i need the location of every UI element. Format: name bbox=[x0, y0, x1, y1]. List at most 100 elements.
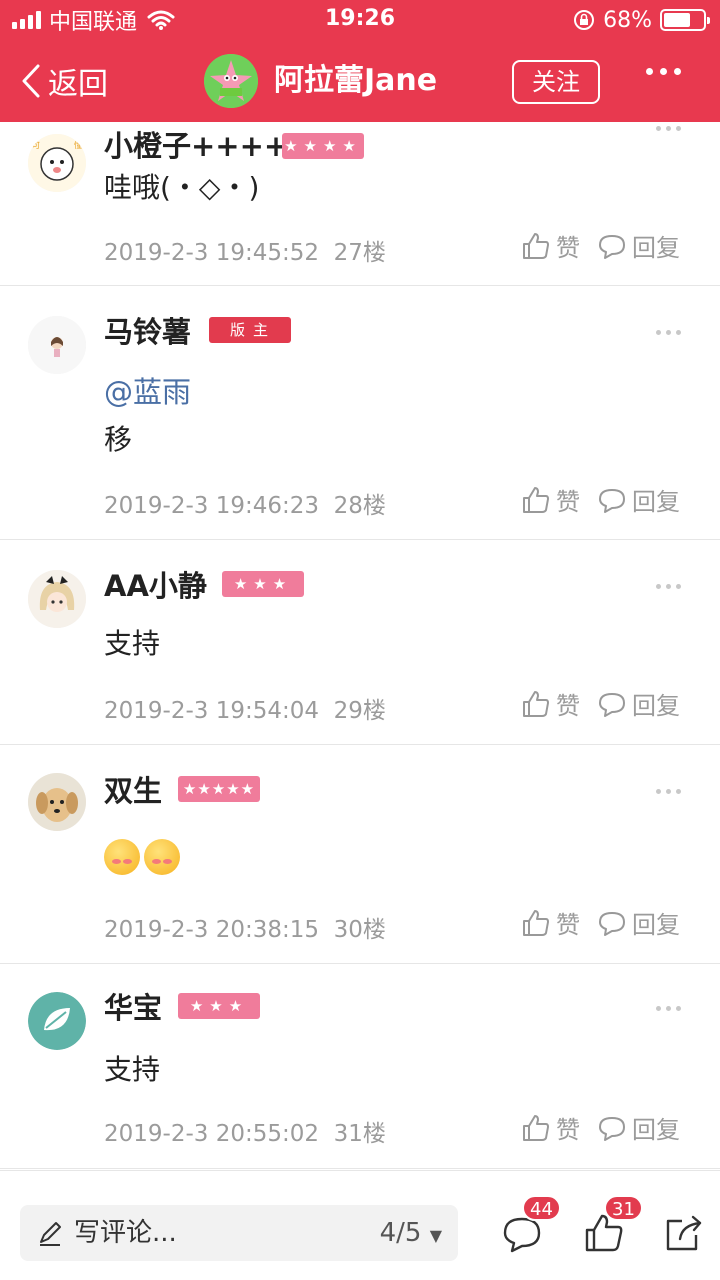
level-badge: ★★★ bbox=[222, 571, 304, 597]
user-name[interactable]: 马铃薯 bbox=[104, 312, 191, 352]
status-bar: 中国联通 19:26 68% bbox=[0, 0, 720, 40]
comment-more-icon[interactable] bbox=[656, 584, 681, 589]
thumbs-up-icon bbox=[523, 1114, 549, 1141]
comment-feed[interactable]: 可 懂 小橙子++++ ★★★★ 哇哦(・◇・) 2019-2-3 19:45:… bbox=[0, 122, 720, 1170]
page-selector[interactable]: 4/5 ▼ bbox=[380, 1205, 442, 1264]
comment-time: 2019-2-3 19:46:23 bbox=[104, 493, 320, 519]
comment-item: 可 懂 小橙子++++ ★★★★ 哇哦(・◇・) 2019-2-3 19:45:… bbox=[0, 122, 720, 286]
share-icon bbox=[666, 1215, 702, 1251]
speech-bubble-icon bbox=[599, 488, 625, 513]
comments-button[interactable]: 44 bbox=[500, 1195, 561, 1255]
back-button[interactable]: 返回 bbox=[20, 60, 108, 102]
floor-number: 30楼 bbox=[333, 917, 386, 943]
reply-button[interactable]: 回复 bbox=[596, 905, 680, 940]
more-options-icon[interactable] bbox=[646, 68, 681, 75]
comment-time: 2019-2-3 20:55:02 bbox=[104, 1121, 320, 1147]
thumbs-up-icon bbox=[523, 909, 549, 936]
comment-text: 哇哦(・◇・) bbox=[104, 171, 260, 204]
floor-number: 28楼 bbox=[333, 493, 386, 519]
svg-text:可: 可 bbox=[32, 141, 40, 150]
user-name[interactable]: 华宝 bbox=[104, 988, 162, 1028]
like-label: 赞 bbox=[556, 692, 580, 720]
reply-label: 回复 bbox=[632, 692, 680, 720]
comment-time: 2019-2-3 19:45:52 bbox=[104, 240, 320, 266]
comment-item: 双生 ★★★★★ 2019-2-3 20:38:15 30楼 赞 回复 bbox=[0, 745, 720, 964]
rotation-lock-icon bbox=[574, 10, 595, 30]
share-button[interactable] bbox=[662, 1211, 706, 1255]
like-label: 赞 bbox=[556, 234, 580, 262]
emoji-row bbox=[104, 839, 184, 875]
floor-number: 31楼 bbox=[333, 1121, 386, 1147]
anime-girl-avatar-icon bbox=[28, 570, 86, 628]
speech-bubble-icon bbox=[599, 692, 625, 717]
user-avatar[interactable] bbox=[28, 992, 86, 1050]
reply-button[interactable]: 回复 bbox=[596, 1110, 680, 1145]
user-name[interactable]: AA小静 bbox=[104, 566, 207, 606]
author-avatar[interactable] bbox=[204, 54, 258, 108]
comment-more-icon[interactable] bbox=[656, 789, 681, 794]
page-title: 阿拉蕾Jane bbox=[274, 63, 438, 98]
page-indicator: 4/5 bbox=[379, 1218, 422, 1248]
level-badge: ★★★★ bbox=[282, 133, 364, 159]
comment-text: 支持 bbox=[104, 1053, 161, 1086]
like-button[interactable]: 赞 bbox=[520, 1110, 580, 1145]
like-count-badge: 31 bbox=[604, 1195, 643, 1221]
reply-label: 回复 bbox=[632, 911, 680, 939]
like-button[interactable]: 赞 bbox=[520, 905, 580, 940]
like-label: 赞 bbox=[556, 488, 580, 516]
comment-text: 支持 bbox=[104, 627, 161, 660]
comment-text: 移 bbox=[104, 423, 133, 456]
comment-count-badge: 44 bbox=[522, 1195, 561, 1221]
comment-item: 马铃薯 版主 @蓝雨 移 2019-2-3 19:46:23 28楼 赞 回复 bbox=[0, 286, 720, 540]
reply-button[interactable]: 回复 bbox=[596, 686, 680, 721]
user-name[interactable]: 小橙子++++ bbox=[104, 126, 288, 166]
comment-item: 华宝 ★★★ 支持 2019-2-3 20:55:02 31楼 赞 回复 bbox=[0, 964, 720, 1169]
thumbs-up-icon bbox=[523, 690, 549, 717]
like-button[interactable]: 赞 bbox=[520, 228, 580, 263]
like-button[interactable]: 赞 bbox=[520, 482, 580, 517]
reply-button[interactable]: 回复 bbox=[596, 228, 680, 263]
reply-button[interactable]: 回复 bbox=[596, 482, 680, 517]
comment-time: 2019-2-3 20:38:15 bbox=[104, 917, 320, 943]
top-header: 中国联通 19:26 68% 返回 阿拉蕾Jane 关注 bbox=[0, 0, 720, 122]
svg-text:懂: 懂 bbox=[74, 140, 82, 150]
write-comment-placeholder: 写评论... bbox=[74, 1218, 177, 1248]
user-avatar[interactable] bbox=[28, 570, 86, 628]
comment-more-icon[interactable] bbox=[656, 1006, 681, 1011]
chevron-left-icon bbox=[22, 64, 40, 98]
user-avatar[interactable] bbox=[28, 773, 86, 831]
reply-label: 回复 bbox=[632, 488, 680, 516]
like-label: 赞 bbox=[556, 911, 580, 939]
battery-icon bbox=[660, 9, 710, 31]
pencil-icon bbox=[40, 1222, 61, 1246]
level-badge: ★★★★★ bbox=[178, 776, 260, 802]
cartoon-face-avatar-icon: 可 懂 bbox=[28, 134, 86, 192]
girl-avatar-icon bbox=[28, 316, 86, 374]
nav-bar: 返回 阿拉蕾Jane 关注 bbox=[0, 40, 720, 122]
caret-down-icon: ▼ bbox=[429, 1226, 442, 1245]
follow-button[interactable]: 关注 bbox=[512, 60, 600, 104]
moderator-badge: 版主 bbox=[209, 317, 291, 343]
thumbs-up-icon bbox=[523, 486, 549, 513]
comment-item: AA小静 ★★★ 支持 2019-2-3 19:54:04 29楼 赞 回复 bbox=[0, 540, 720, 745]
user-name[interactable]: 双生 bbox=[104, 771, 162, 811]
reply-label: 回复 bbox=[632, 234, 680, 262]
back-label: 返回 bbox=[48, 67, 108, 102]
starfish-avatar-icon bbox=[204, 54, 258, 108]
comment-more-icon[interactable] bbox=[656, 126, 681, 131]
reply-label: 回复 bbox=[632, 1116, 680, 1144]
comment-more-icon[interactable] bbox=[656, 330, 681, 335]
user-avatar[interactable]: 可 懂 bbox=[28, 134, 86, 192]
shy-emoji-icon bbox=[104, 839, 140, 875]
write-comment-input[interactable]: 写评论... 4/5 ▼ bbox=[20, 1205, 458, 1261]
floor-number: 27楼 bbox=[333, 240, 386, 266]
battery-percent: 68% bbox=[603, 7, 652, 33]
mention-link[interactable]: @蓝雨 bbox=[104, 372, 191, 412]
level-badge: ★★★ bbox=[178, 993, 260, 1019]
like-post-button[interactable]: 31 bbox=[582, 1195, 643, 1255]
leaf-avatar-icon bbox=[28, 992, 86, 1050]
speech-bubble-icon bbox=[599, 911, 625, 936]
like-button[interactable]: 赞 bbox=[520, 686, 580, 721]
like-label: 赞 bbox=[556, 1116, 580, 1144]
user-avatar[interactable] bbox=[28, 316, 86, 374]
